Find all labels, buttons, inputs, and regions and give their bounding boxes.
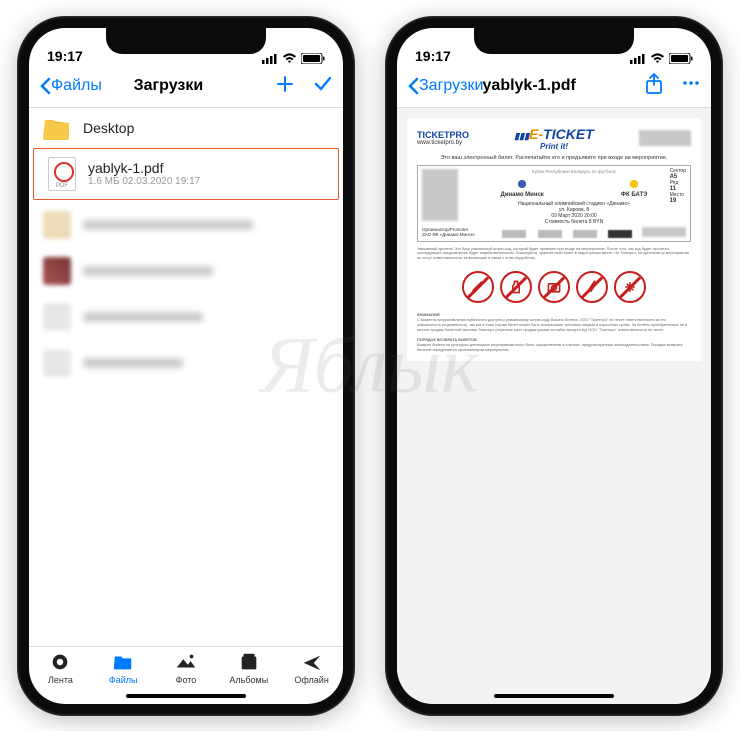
no-cameras-icon: [538, 271, 570, 303]
eticket-logo: ▮▮▮E-TICKET: [514, 126, 593, 142]
home-indicator: [494, 694, 614, 698]
tab-offline[interactable]: Офлайн: [280, 651, 343, 704]
fine-print: Уважаемый зритель! Это Ваш уникальный шт…: [417, 247, 691, 262]
wifi-icon: [650, 53, 665, 64]
nav-bar: Загрузки yablyk-1.pdf: [397, 66, 711, 108]
tab-label: Фото: [176, 675, 197, 685]
notch: [106, 28, 266, 54]
warning-block: ВНИМАНИЕ! С момента предоставления публи…: [417, 313, 691, 333]
more-button[interactable]: [681, 73, 701, 100]
tab-label: Офлайн: [294, 675, 328, 685]
signal-icon: [630, 53, 646, 64]
list-item: [43, 204, 329, 246]
no-knives-icon: [576, 271, 608, 303]
team1: Динамо Минск: [501, 192, 544, 198]
dots-icon: [681, 73, 701, 93]
price: Стоимость билета 8 BYN: [462, 219, 686, 225]
files-icon: [112, 651, 134, 673]
printit-label: Print it!: [514, 142, 593, 151]
org: ЗАО ФК «Динамо-Минск»: [422, 232, 493, 237]
tab-label: Лента: [48, 675, 73, 685]
notch: [474, 28, 634, 54]
file-row-highlighted[interactable]: yablyk-1.pdf 1.6 МБ 02.03.2020 19:17: [33, 148, 339, 200]
cup-name: Кубок Республики Беларусь по футболу: [462, 169, 686, 174]
phone-right: 19:17 Загрузки yablyk-1.pdf: [385, 16, 723, 716]
home-indicator: [126, 694, 246, 698]
add-button[interactable]: [275, 74, 295, 99]
team2: ФК БАТЭ: [621, 192, 648, 198]
prohibition-icons: [417, 271, 691, 303]
share-icon: [645, 73, 663, 95]
status-right: [262, 53, 325, 64]
pdf-document[interactable]: TICKETPRO www.ticketpro.by ▮▮▮E-TICKET P…: [407, 118, 701, 361]
seat: 19: [670, 198, 677, 204]
wifi-icon: [282, 53, 297, 64]
ticketpro-url: www.ticketpro.by: [417, 140, 462, 146]
status-right: [630, 53, 693, 64]
photo-icon: [175, 651, 197, 673]
status-time: 19:17: [47, 48, 83, 64]
pdf-icon: [48, 157, 76, 191]
page-title: Загрузки: [62, 77, 275, 95]
nav-bar: Файлы Загрузки: [29, 66, 343, 108]
check-icon: [313, 74, 333, 94]
list-item: [43, 342, 329, 384]
tab-feed[interactable]: Лента: [29, 651, 92, 704]
folder-row[interactable]: Desktop: [29, 108, 343, 148]
albums-icon: [238, 651, 260, 673]
file-name: yablyk-1.pdf: [88, 160, 200, 176]
doc-subtitle: Это ваш электронный билет. Распечатайте …: [417, 155, 691, 161]
list-item: [43, 250, 329, 292]
folder-icon: [43, 116, 71, 140]
blurred-block: [639, 130, 691, 146]
folder-name: Desktop: [83, 120, 134, 136]
no-weapons-icon: [462, 271, 494, 303]
ticket-box: Кубок Республики Беларусь по футболу Дин…: [417, 165, 691, 242]
select-button[interactable]: [313, 74, 333, 99]
file-meta: 1.6 МБ 02.03.2020 19:17: [88, 176, 200, 187]
ticketpro-logo: TICKETPRO: [417, 130, 469, 140]
signal-icon: [262, 53, 278, 64]
battery-icon: [301, 53, 325, 64]
battery-icon: [669, 53, 693, 64]
list-item: [43, 296, 329, 338]
offline-icon: [301, 651, 323, 673]
tab-label: Альбомы: [229, 675, 268, 685]
share-button[interactable]: [645, 73, 663, 100]
tab-label: Файлы: [109, 675, 138, 685]
feed-icon: [49, 651, 71, 673]
phone-left: 19:17 Файлы Загрузки: [17, 16, 355, 716]
return-block: ПОРЯДОК ВОЗВРАТА БИЛЕТОВ Возврат билета …: [417, 338, 691, 353]
page-title: yablyk-1.pdf: [413, 77, 645, 95]
no-fireworks-icon: [614, 271, 646, 303]
status-time: 19:17: [415, 48, 451, 64]
chevron-left-icon: [39, 77, 51, 95]
plus-icon: [275, 74, 295, 94]
no-bottles-icon: [500, 271, 532, 303]
